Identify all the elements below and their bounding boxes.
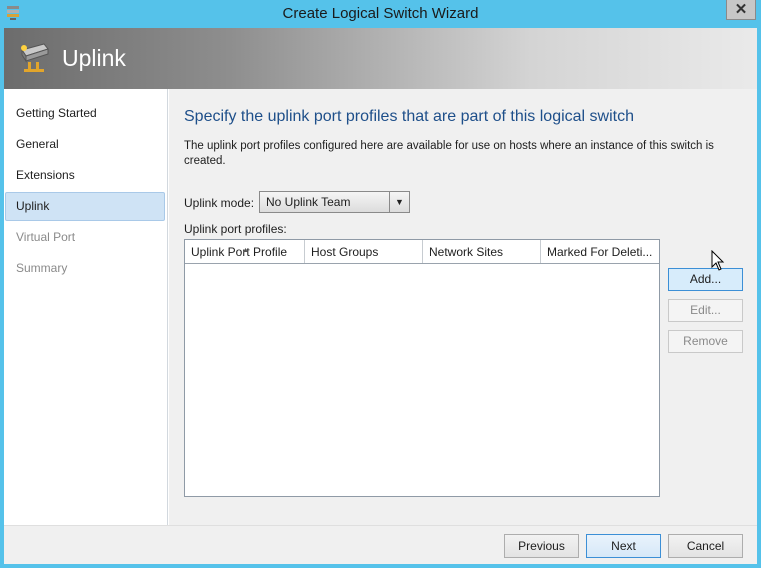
nav-step-extensions[interactable]: Extensions — [5, 161, 165, 190]
window-title: Create Logical Switch Wizard — [282, 5, 479, 22]
title-bar[interactable]: Create Logical Switch Wizard ✕ — [0, 0, 761, 28]
chevron-down-icon[interactable]: ▼ — [389, 192, 409, 212]
section-heading: Specify the uplink port profiles that ar… — [184, 108, 634, 125]
wizard-client: Uplink Getting Started General Extension… — [4, 28, 757, 564]
uplink-mode-dropdown[interactable]: No Uplink Team ▼ — [259, 191, 410, 213]
page-header: Uplink — [4, 28, 757, 89]
table-header: ▲ Uplink Port Profile Host Groups Networ… — [185, 240, 659, 264]
switch-uplink-icon — [21, 43, 49, 72]
close-button[interactable]: ✕ — [726, 0, 756, 20]
close-icon: ✕ — [734, 1, 748, 18]
mouse-cursor-icon — [711, 250, 725, 271]
cancel-button[interactable]: Cancel — [668, 534, 743, 558]
wizard-footer: Previous Next Cancel — [4, 525, 757, 564]
column-header-uplink-port-profile[interactable]: ▲ Uplink Port Profile — [185, 240, 305, 263]
wizard-steps-nav: Getting Started General Extensions Uplin… — [4, 89, 168, 525]
uplink-mode-value: No Uplink Team — [266, 195, 351, 209]
nav-step-virtual-port: Virtual Port — [16, 230, 76, 244]
main-panel: Specify the uplink port profiles that ar… — [169, 89, 757, 525]
column-header-network-sites[interactable]: Network Sites — [423, 240, 541, 263]
add-button[interactable]: Add... — [668, 268, 743, 291]
uplink-mode-label: Uplink mode: — [184, 196, 255, 210]
nav-step-getting-started[interactable]: Getting Started — [5, 99, 165, 128]
sort-ascending-icon: ▲ — [242, 247, 249, 254]
uplink-profiles-table[interactable]: ▲ Uplink Port Profile Host Groups Networ… — [184, 239, 660, 497]
nav-step-uplink[interactable]: Uplink — [5, 192, 165, 221]
next-button[interactable]: Next — [586, 534, 661, 558]
nav-step-general[interactable]: General — [5, 130, 165, 159]
edit-button: Edit... — [668, 299, 743, 322]
wizard-window: Create Logical Switch Wizard ✕ Uplink Ge… — [0, 0, 761, 568]
remove-button: Remove — [668, 330, 743, 353]
column-label: Uplink Port Profile — [191, 245, 288, 259]
section-description: The uplink port profiles configured here… — [184, 140, 714, 167]
page-title: Uplink — [62, 45, 126, 71]
previous-button[interactable]: Previous — [504, 534, 579, 558]
uplink-profiles-label: Uplink port profiles: — [184, 222, 287, 236]
column-header-host-groups[interactable]: Host Groups — [305, 240, 423, 263]
column-header-marked-for-deletion[interactable]: Marked For Deleti... — [541, 240, 659, 263]
nav-step-summary: Summary — [16, 261, 68, 275]
